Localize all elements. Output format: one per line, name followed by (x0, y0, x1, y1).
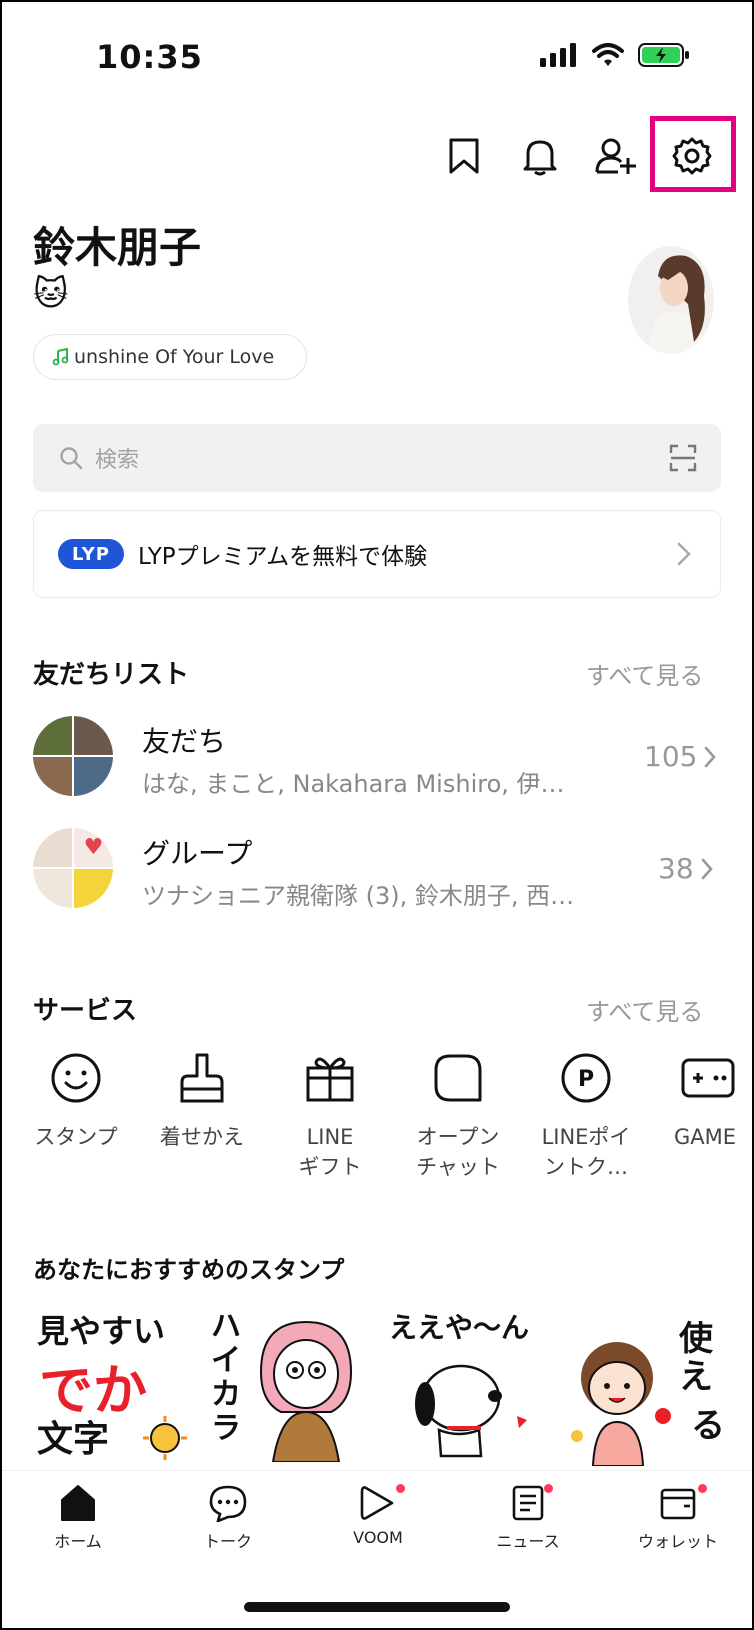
stamp-text: 使え (679, 1319, 713, 1397)
status-emoji[interactable]: 🐱 (33, 274, 68, 314)
smiley-icon (51, 1053, 101, 1103)
service-label: 着せかえ (160, 1125, 244, 1149)
stamp-text: る (691, 1406, 725, 1446)
song-title: unshine Of Your Love (74, 346, 275, 368)
service-gift[interactable]: LINE ギフト (270, 1052, 390, 1182)
search-placeholder: 検索 (95, 448, 140, 473)
brush-icon (180, 1053, 224, 1103)
service-game[interactable]: GAME (654, 1052, 754, 1152)
sun-icon (143, 1416, 187, 1460)
service-label: スタンプ (34, 1125, 118, 1149)
tab-home[interactable]: ホーム (18, 1484, 138, 1552)
settings-highlight-box (650, 116, 736, 192)
service-points[interactable]: P LINEポイ ントク… (526, 1052, 646, 1182)
friends-list-title: 友だちリスト (33, 660, 190, 690)
talk-icon (209, 1485, 247, 1522)
wallet-icon (660, 1488, 696, 1520)
tab-news[interactable]: ニュース (468, 1484, 588, 1552)
services-title: サービス (33, 996, 138, 1026)
groups-count: 38 (658, 852, 714, 885)
gift-icon (306, 1057, 354, 1102)
stamp-carousel[interactable]: 見やすい でか 文字 ハイカラ ええや～ん 使え る (33, 1306, 754, 1466)
tab-label: トーク (203, 1532, 252, 1551)
news-badge-dot (544, 1484, 553, 1493)
search-bar[interactable]: 検索 (33, 424, 721, 492)
svg-text:P: P (578, 1067, 594, 1092)
girl-flowers-illustration (571, 1342, 671, 1466)
wallet-badge-dot (698, 1484, 707, 1493)
stamp-item[interactable]: ハイカラ (211, 1306, 367, 1466)
groups-count-value: 38 (658, 852, 694, 885)
stamp-item[interactable]: 使え る (567, 1306, 725, 1466)
signal-icon (540, 43, 576, 67)
lyp-logo: LYP (58, 539, 124, 569)
open-chat-icon (434, 1054, 482, 1102)
tab-label: VOOM (353, 1528, 403, 1547)
service-stamp[interactable]: スタンプ (16, 1052, 136, 1152)
tab-voom[interactable]: VOOM (318, 1484, 438, 1547)
friends-count: 105 (644, 740, 717, 773)
friends-row-title: 友だち (142, 725, 227, 758)
services-see-all-link[interactable]: すべて見る (586, 992, 703, 1027)
service-label: GAME (674, 1125, 737, 1149)
tab-label: ウォレット (637, 1532, 718, 1551)
stamp-text: ハイカラ (211, 1309, 241, 1446)
chevron-right-icon (677, 542, 691, 566)
music-note-icon (52, 348, 69, 366)
profile-name[interactable]: 鈴木朋子 (33, 214, 201, 275)
status-icons (540, 42, 690, 68)
tab-talk[interactable]: トーク (168, 1484, 288, 1552)
girl-illustration (259, 1320, 353, 1462)
profile-avatar[interactable] (628, 246, 714, 354)
tab-wallet[interactable]: ウォレット (618, 1484, 738, 1552)
service-label: LINEポイ ントク… (541, 1125, 631, 1179)
groups-row-subtitle: ツナショニア親衛隊 (3), 鈴木朋子, 西… (142, 882, 575, 910)
groups-row[interactable]: ♥ グループ ツナショニア親衛隊 (3), 鈴木朋子, 西… 38 (0, 824, 754, 912)
wifi-icon (592, 43, 624, 66)
battery-icon (638, 43, 689, 67)
gamepad-icon (681, 1058, 735, 1098)
status-time: 10:35 (96, 38, 203, 76)
voom-badge-dot (396, 1484, 405, 1493)
add-friend-icon (595, 138, 636, 174)
chevron-right-icon (701, 858, 713, 879)
service-label: オープン チャット (416, 1125, 500, 1179)
bell-icon (523, 140, 557, 176)
home-indicator[interactable] (244, 1602, 510, 1612)
friends-see-all-link[interactable]: すべて見る (586, 656, 703, 691)
friends-count-value: 105 (644, 740, 698, 773)
tab-label: ニュース (496, 1532, 560, 1551)
stamp-text: 文字 (37, 1419, 110, 1460)
bookmark-button[interactable] (440, 132, 488, 180)
home-icon (61, 1485, 95, 1521)
friends-row-subtitle: はな, まこと, Nakahara Mishiro, 伊… (142, 770, 565, 798)
friends-avatar-collage (33, 716, 113, 796)
stamp-item[interactable]: ええや～ん (389, 1306, 545, 1466)
qr-scan-icon[interactable] (669, 444, 697, 472)
tab-label: ホーム (54, 1532, 102, 1551)
groups-avatar-collage: ♥ (33, 828, 113, 908)
search-icon (60, 447, 83, 470)
voom-icon (360, 1486, 394, 1520)
points-icon: P (561, 1053, 611, 1103)
notifications-button[interactable] (516, 132, 564, 180)
stamps-title: あなたにおすすめのスタンプ (33, 1256, 345, 1284)
bookmark-icon (449, 138, 479, 174)
service-label: LINE ギフト (298, 1125, 362, 1179)
news-icon (512, 1485, 544, 1521)
service-theme[interactable]: 着せかえ (142, 1052, 262, 1152)
stamp-item[interactable]: 見やすい でか 文字 (33, 1306, 189, 1466)
lyp-premium-banner[interactable]: LYP LYPプレミアムを無料で体験 (33, 510, 721, 598)
chevron-right-icon (705, 746, 717, 767)
lyp-banner-text: LYPプレミアムを無料で体験 (138, 544, 428, 570)
snoopy-illustration (415, 1364, 527, 1458)
add-friend-button[interactable] (592, 132, 640, 180)
service-open-chat[interactable]: オープン チャット (398, 1052, 518, 1182)
profile-music-pill[interactable]: unshine Of Your Love (33, 334, 307, 380)
friends-row[interactable]: 友だち はな, まこと, Nakahara Mishiro, 伊… 105 (0, 712, 754, 800)
stamp-text: ええや～ん (389, 1311, 530, 1344)
groups-row-title: グループ (142, 837, 253, 870)
